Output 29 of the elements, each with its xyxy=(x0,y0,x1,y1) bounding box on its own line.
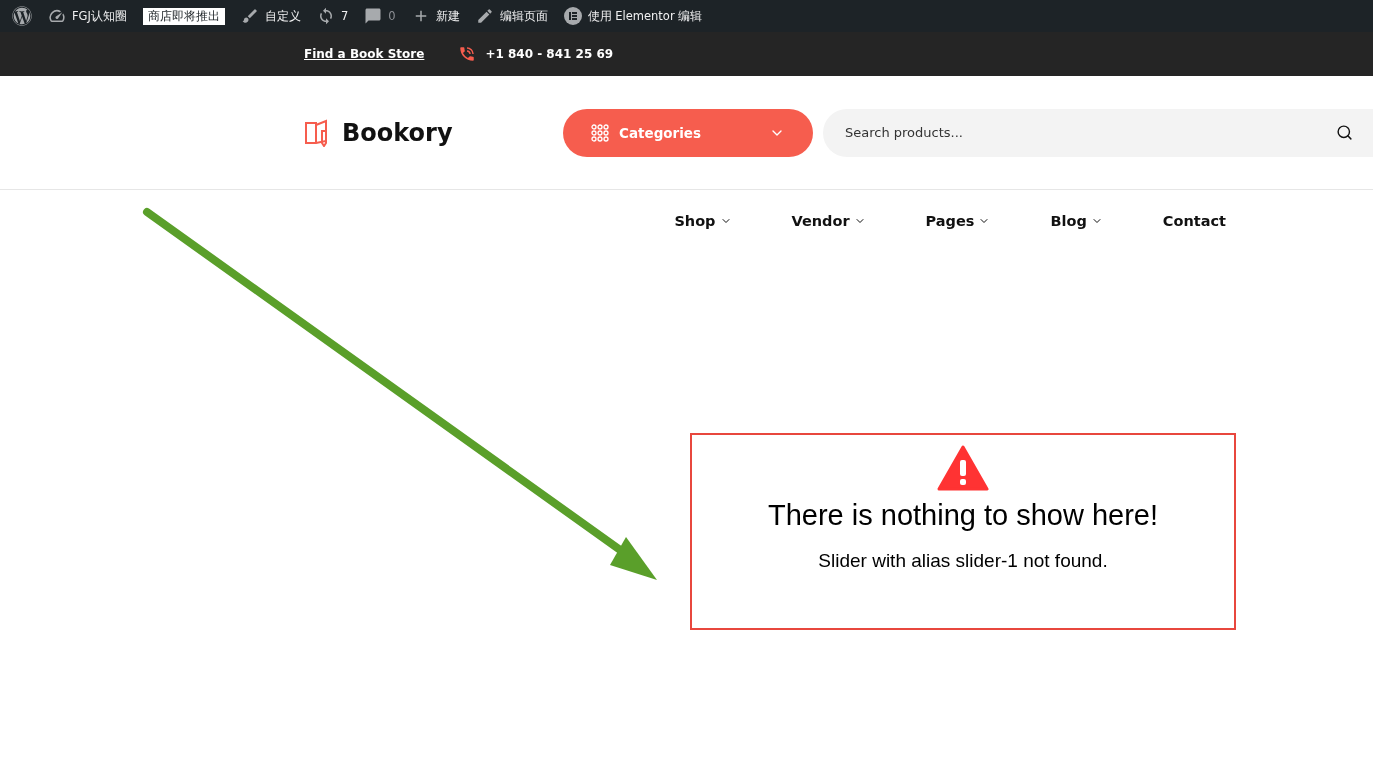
wordpress-logo-icon xyxy=(12,6,32,26)
search-input[interactable]: Search products... xyxy=(843,124,1336,141)
error-title: There is nothing to show here! xyxy=(767,499,1159,532)
admin-bar-item[interactable]: 新建 xyxy=(403,0,468,32)
elementor-icon xyxy=(563,7,582,25)
phone-number: +1 840 - 841 25 69 xyxy=(485,47,614,61)
pencil-icon xyxy=(475,7,494,25)
dots-grid-icon xyxy=(591,123,609,142)
nav-link[interactable]: Vendor xyxy=(791,213,866,229)
store-status-badge[interactable]: 商店即将推出 xyxy=(142,7,225,25)
nav-link[interactable]: Blog xyxy=(1050,213,1103,229)
brush-icon xyxy=(240,7,259,25)
search-field[interactable]: Search products... xyxy=(823,108,1373,157)
warning-icon xyxy=(937,445,989,491)
search-icon[interactable] xyxy=(1336,124,1353,141)
admin-bar-item[interactable]: FGJ认知圈 xyxy=(40,0,135,32)
admin-bar-item[interactable]: 使用 Elementor 编辑 xyxy=(555,0,711,32)
error-message: Slider with alias slider-1 not found. xyxy=(818,550,1108,572)
admin-bar-item[interactable]: 7 xyxy=(308,0,357,32)
nav-link[interactable]: Contact xyxy=(1162,213,1226,229)
speech-bubble-icon xyxy=(364,7,383,25)
admin-bar-item[interactable]: 编辑页面 xyxy=(467,0,556,32)
gauge-icon xyxy=(48,7,66,25)
phone-icon xyxy=(458,45,477,63)
admin-bar-item[interactable]: 自定义 xyxy=(232,0,309,32)
site-logo[interactable]: Bookory xyxy=(304,118,563,147)
find-store-link[interactable]: Find a Book Store xyxy=(304,47,425,61)
nav-link[interactable]: Shop xyxy=(674,213,732,229)
nav-link[interactable]: Pages xyxy=(925,213,991,229)
